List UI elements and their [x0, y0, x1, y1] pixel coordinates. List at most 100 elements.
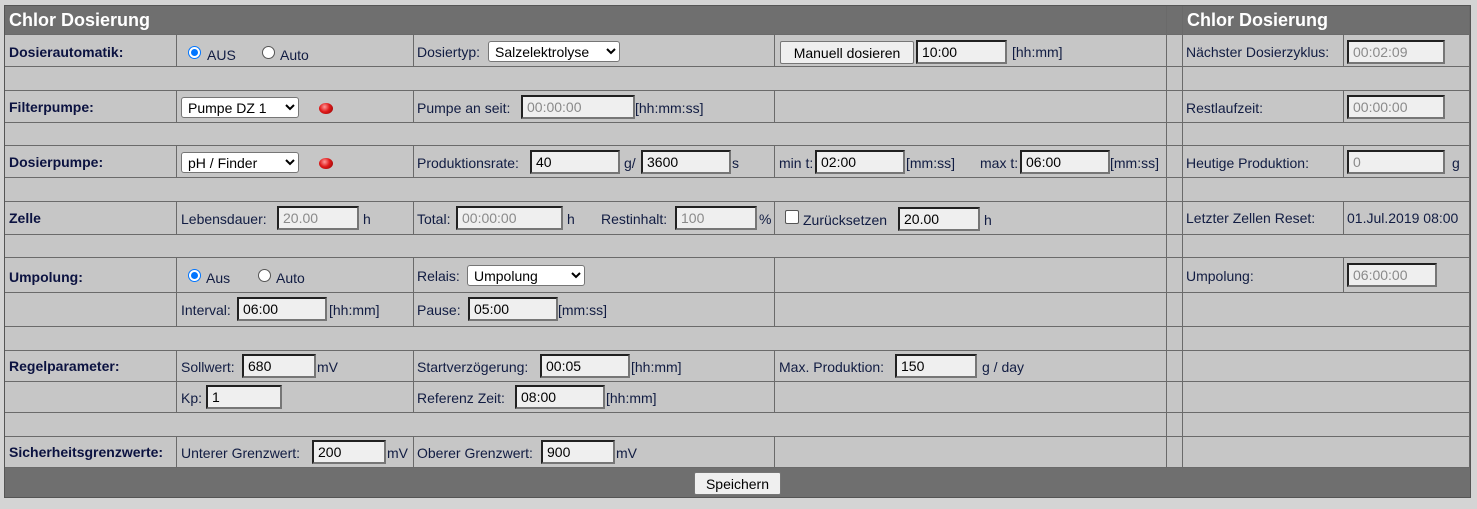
manuell-dosieren-button[interactable]: Manuell dosieren — [780, 41, 914, 64]
cell — [1183, 293, 1470, 327]
cell — [1167, 235, 1183, 258]
restinhalt-field — [675, 206, 757, 230]
manual-duration-unit: [hh:mm] — [1012, 44, 1063, 60]
chlor-dosierung-panel: Chlor Dosierung Chlor Dosierung Dosierau… — [4, 5, 1471, 498]
zuruecksetzen-checkbox[interactable] — [785, 210, 799, 224]
spacer-row — [5, 413, 1167, 437]
spacer-row — [5, 123, 1167, 146]
sicherheitsgrenzwerte-label: Sicherheitsgrenzwerte: — [9, 444, 164, 460]
cell — [1167, 351, 1183, 382]
dosierautomatik-auto-radio[interactable] — [262, 46, 275, 59]
produktionsrate-unit-s: s — [732, 155, 739, 171]
unterer-grenzwert-unit: mV — [387, 445, 408, 461]
total-unit: h — [567, 211, 575, 227]
unterer-grenzwert-label: Unterer Grenzwert: — [181, 445, 301, 461]
cell — [1167, 178, 1183, 202]
restinhalt-unit: % — [759, 211, 772, 227]
cell — [1167, 123, 1183, 146]
cell — [1167, 35, 1183, 67]
cell — [1167, 258, 1183, 293]
cell — [1167, 327, 1183, 351]
cell — [1183, 437, 1470, 468]
sollwert-input[interactable] — [242, 354, 316, 378]
umpolung-label: Umpolung: — [9, 269, 83, 285]
min-t-label: min t: — [779, 155, 814, 171]
cell — [1167, 202, 1183, 235]
max-t-unit: [mm:ss] — [1110, 155, 1159, 171]
max-produktion-unit: g / day — [982, 359, 1025, 375]
relais-label: Relais: — [417, 268, 460, 284]
title-spacer — [1167, 6, 1183, 35]
referenz-zeit-label: Referenz Zeit: — [417, 390, 505, 406]
cell — [1183, 413, 1470, 437]
produktionsrate-time-input[interactable] — [641, 150, 731, 174]
dosierpumpe-select[interactable]: pH / Finder — [181, 152, 299, 173]
spacer-row — [5, 235, 1167, 258]
zelle-label: Zelle — [9, 210, 41, 226]
pause-input[interactable] — [468, 297, 558, 321]
cell — [1183, 123, 1470, 146]
referenz-zeit-unit: [hh:mm] — [606, 390, 657, 406]
heutige-produktion-label: Heutige Produktion: — [1186, 155, 1309, 171]
total-label: Total: — [417, 211, 451, 227]
pumpe-an-seit-unit: [hh:mm:ss] — [635, 100, 704, 116]
cell — [775, 258, 1167, 293]
cell — [1183, 178, 1470, 202]
kp-input[interactable] — [206, 385, 282, 409]
unterer-grenzwert-input[interactable] — [312, 440, 386, 464]
pause-label: Pause: — [417, 302, 461, 318]
umpolung-aus-radio[interactable] — [188, 269, 201, 282]
interval-unit: [hh:mm] — [329, 302, 380, 318]
oberer-grenzwert-unit: mV — [616, 445, 637, 461]
oberer-grenzwert-input[interactable] — [541, 440, 615, 464]
umpolung-auto-label: Auto — [276, 270, 305, 286]
interval-input[interactable] — [237, 297, 327, 321]
relais-select[interactable]: Umpolung — [467, 265, 585, 286]
min-t-input[interactable] — [815, 150, 905, 174]
dosiertyp-select[interactable]: Salzelektrolyse — [488, 41, 620, 62]
cell — [5, 293, 177, 327]
restlaufzeit-field — [1347, 95, 1445, 119]
filterpumpe-select[interactable]: Pumpe DZ 1 — [181, 97, 299, 118]
produktionsrate-input[interactable] — [530, 150, 620, 174]
cell — [775, 437, 1167, 468]
heutige-produktion-unit: g — [1452, 155, 1460, 171]
cell — [5, 382, 177, 413]
cell — [1167, 413, 1183, 437]
lebensdauer-label: Lebensdauer: — [181, 211, 267, 227]
heutige-produktion-field — [1347, 150, 1445, 174]
regelparameter-label: Regelparameter: — [9, 358, 120, 374]
next-cycle-label: Nächster Dosierzyklus: — [1186, 44, 1330, 60]
umpolung-side-label: Umpolung: — [1186, 268, 1254, 284]
letzter-reset-value: 01.Jul.2019 08:00 — [1347, 210, 1459, 226]
cell — [1183, 351, 1470, 382]
cell — [1167, 67, 1183, 91]
cell — [1167, 437, 1183, 468]
max-t-label: max t: — [980, 155, 1019, 171]
dosierautomatik-label: Dosierautomatik: — [9, 44, 124, 60]
produktionsrate-unit-g: g/ — [624, 155, 636, 171]
max-t-input[interactable] — [1020, 150, 1110, 174]
startverzoegerung-unit: [hh:mm] — [631, 359, 682, 375]
dosierautomatik-auto-label: Auto — [280, 47, 309, 63]
dosierpumpe-status-led-icon — [319, 158, 333, 169]
manual-duration-input[interactable] — [916, 40, 1007, 64]
cell — [1167, 146, 1183, 178]
restlaufzeit-label: Restlaufzeit: — [1186, 100, 1264, 116]
zuruecksetzen-input[interactable] — [898, 207, 980, 231]
page-title: Chlor Dosierung — [5, 6, 1167, 35]
letzter-reset-label: Letzter Zellen Reset: — [1186, 210, 1316, 226]
dosiertyp-label: Dosiertyp: — [417, 44, 481, 60]
dosierautomatik-aus-radio[interactable] — [188, 46, 201, 59]
referenz-zeit-input[interactable] — [515, 385, 605, 409]
pumpe-an-seit-field — [521, 95, 635, 119]
zuruecksetzen-unit: h — [984, 212, 992, 228]
save-button[interactable]: Speichern — [694, 472, 781, 495]
oberer-grenzwert-label: Oberer Grenzwert: — [417, 445, 533, 461]
startverzoegerung-input[interactable] — [540, 354, 630, 378]
cell — [1167, 91, 1183, 123]
cell — [1183, 67, 1470, 91]
max-produktion-input[interactable] — [895, 354, 977, 378]
cell — [775, 382, 1167, 413]
umpolung-auto-radio[interactable] — [258, 269, 271, 282]
